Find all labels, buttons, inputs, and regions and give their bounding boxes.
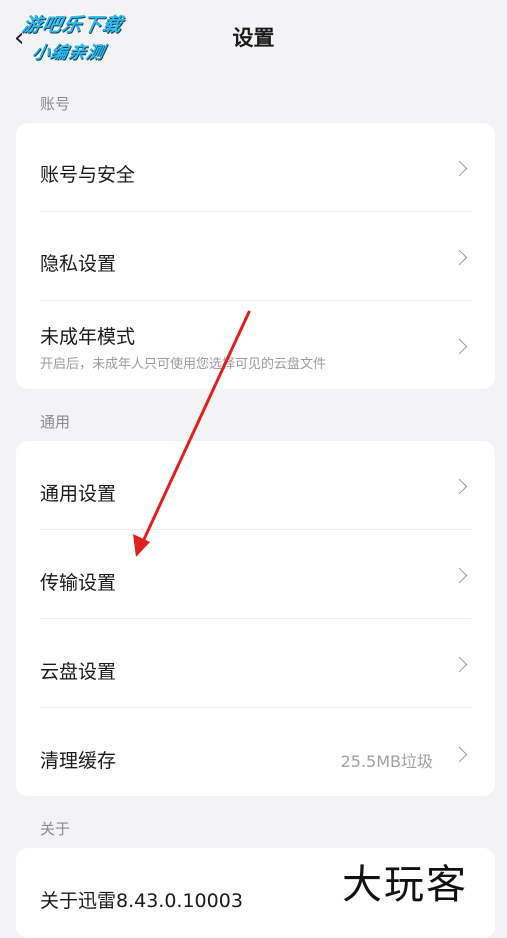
settings-item-minor-mode[interactable]: 未成年模式 开启后，未成年人只可使用您选择可见的云盘文件: [16, 301, 495, 389]
chevron-right-icon: [451, 160, 468, 177]
account-card: 账号与安全 隐私设置 未成年模式 开启后，未成年人只可使用您选择可见的云盘文件: [16, 123, 495, 389]
settings-item-clear-cache[interactable]: 清理缓存 25.5MB垃圾: [16, 708, 495, 796]
settings-item-privacy[interactable]: 隐私设置: [16, 212, 495, 301]
settings-item-general[interactable]: 通用设置: [16, 441, 495, 530]
settings-item-account-security[interactable]: 账号与安全: [16, 123, 495, 212]
watermark-logo: 游吧乐下载 小编亲测: [20, 14, 125, 63]
settings-item-cloud-disk[interactable]: 云盘设置: [16, 619, 495, 708]
chevron-right-icon: [451, 249, 468, 266]
chevron-right-icon: [451, 656, 468, 673]
chevron-right-icon: [451, 567, 468, 584]
watermark-brand: 大玩客: [342, 862, 468, 908]
section-label-general: 通用: [40, 413, 71, 431]
chevron-right-icon: [451, 478, 468, 495]
cache-size-value: 25.5MB垃圾: [340, 752, 433, 771]
settings-item-transfer[interactable]: 传输设置: [16, 530, 495, 619]
section-label-about: 关于: [40, 820, 71, 838]
section-label-account: 账号: [40, 95, 71, 113]
general-card: 通用设置 传输设置 云盘设置 清理缓存 25.5MB垃圾: [16, 441, 495, 796]
chevron-right-icon: [451, 338, 468, 355]
chevron-right-icon: [451, 746, 468, 763]
